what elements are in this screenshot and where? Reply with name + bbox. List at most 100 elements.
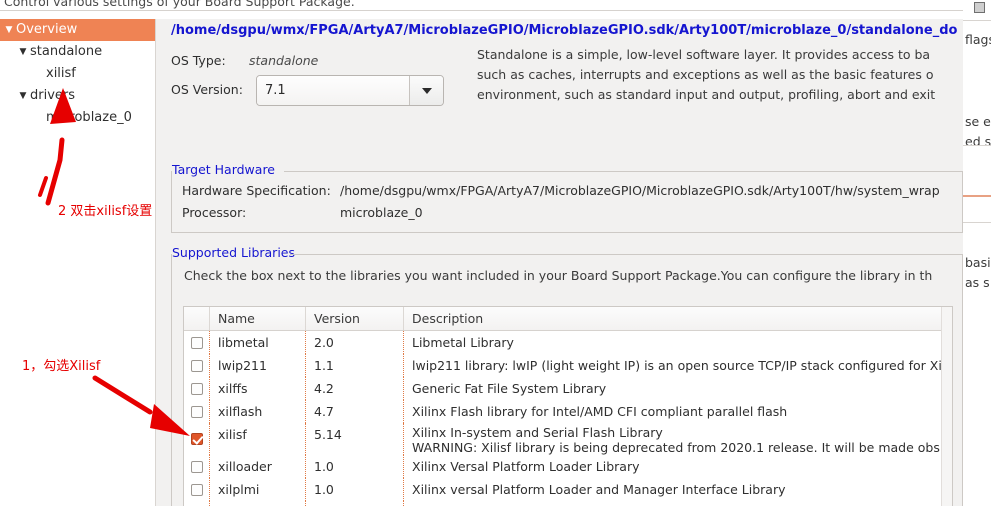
libraries-table[interactable]: Name Version Description libmetal 2.0 Li…	[183, 306, 953, 506]
os-description-line-2: such as caches, interrupts and exception…	[477, 67, 934, 82]
library-description: lwip211 library: lwIP (light weight IP) …	[412, 358, 942, 373]
library-name: xilloader	[210, 455, 306, 478]
settings-tree[interactable]: ▼ Overview ▼ standalone xilisf ▼ drivers…	[0, 19, 156, 506]
column-header-version[interactable]: Version	[306, 307, 404, 330]
library-description-line-1: Xilinx In-system and Serial Flash Librar…	[412, 425, 663, 440]
bg-divider-2	[963, 145, 991, 146]
os-description: Standalone is a simple, low-level softwa…	[477, 45, 963, 105]
os-description-line-3: environment, such as standard input and …	[477, 87, 936, 102]
target-hardware-group: Target Hardware Hardware Specification: …	[171, 162, 963, 233]
library-checkbox[interactable]	[190, 433, 203, 445]
os-description-line-1: Standalone is a simple, low-level softwa…	[477, 47, 931, 62]
os-version-label: OS Version:	[171, 82, 243, 97]
library-name: xilisf	[210, 423, 306, 455]
tree-item-label: xilisf	[46, 66, 76, 81]
screenshot-root: flags se ex ed s basic as s Control vari…	[0, 0, 991, 506]
hardware-spec-label: Hardware Specification:	[182, 183, 331, 198]
tree-item-label: standalone	[30, 44, 103, 59]
library-name: libmetal	[210, 331, 306, 354]
library-description: Generic Fat File System Library	[412, 381, 607, 396]
column-header-check	[184, 307, 210, 330]
hardware-spec-value: /home/dsgpu/wmx/FPGA/ArtyA7/MicroblazeGP…	[340, 183, 940, 198]
library-description: Libmetal Library	[412, 335, 514, 350]
library-description	[404, 501, 952, 506]
page-title: /home/dsgpu/wmx/FPGA/ArtyA7/MicroblazeGP…	[171, 23, 958, 38]
table-row[interactable]: libmetal 2.0 Libmetal Library	[184, 331, 952, 354]
bg-accent-line	[963, 195, 991, 197]
table-row[interactable]: xilisf 5.14 Xilinx In-system and Serial …	[184, 423, 952, 455]
dialog-subtitle: Control various settings of your Board S…	[0, 0, 930, 10]
annotation-step-2: 2 双击xilisf设置	[58, 204, 153, 219]
library-name: lwip211	[210, 354, 306, 377]
table-row[interactable]: xilloader 1.0 Xilinx Versal Platform Loa…	[184, 455, 952, 478]
row-checkbox-cell[interactable]	[184, 501, 210, 506]
library-checkbox[interactable]	[190, 359, 203, 372]
annotation-step-1: 1，勾选Xilisf	[22, 359, 101, 374]
tree-item-xilisf[interactable]: xilisf	[0, 63, 155, 85]
os-type-label: OS Type:	[171, 53, 226, 68]
library-name: xilplmi	[210, 478, 306, 501]
tree-item-overview[interactable]: ▼ Overview	[0, 19, 155, 41]
bg-text-basic: basic	[965, 255, 991, 270]
close-icon[interactable]	[974, 2, 985, 13]
supported-libraries-help: Check the box next to the libraries you …	[184, 268, 933, 283]
tree-item-drivers[interactable]: ▼ drivers	[0, 85, 155, 107]
library-description-warning: WARNING: Xilisf library is being depreca…	[412, 440, 940, 455]
library-checkbox[interactable]	[190, 336, 203, 349]
library-description: Xilinx versal Platform Loader and Manage…	[412, 482, 786, 497]
library-version: 5.14	[306, 423, 404, 455]
row-checkbox-cell[interactable]	[184, 478, 210, 501]
supported-libraries-legend: Supported Libraries	[172, 245, 300, 260]
library-checkbox[interactable]	[190, 382, 203, 395]
table-header-row: Name Version Description	[184, 307, 952, 331]
os-version-select[interactable]: 7.1	[256, 75, 444, 106]
chevron-down-icon[interactable]: ▼	[2, 19, 16, 41]
column-header-description[interactable]: Description	[404, 307, 952, 330]
bsp-settings-dialog: ▼ Overview ▼ standalone xilisf ▼ drivers…	[0, 10, 963, 506]
chevron-down-icon[interactable]	[409, 76, 443, 105]
tree-item-label: drivers	[30, 88, 76, 103]
table-row[interactable]: xilflash 4.7 Xilinx Flash library for In…	[184, 400, 952, 423]
library-version: 4.7	[306, 400, 404, 423]
row-checkbox-cell[interactable]	[184, 400, 210, 423]
processor-label: Processor:	[182, 205, 247, 220]
tree-item-microblaze-0[interactable]: microblaze_0	[0, 107, 155, 129]
library-name	[210, 501, 306, 506]
overview-panel: /home/dsgpu/wmx/FPGA/ArtyA7/MicroblazeGP…	[157, 19, 963, 506]
library-name: xilflash	[210, 400, 306, 423]
library-version: 1.0	[306, 478, 404, 501]
library-version: 1.0	[306, 455, 404, 478]
table-scrollbar[interactable]	[941, 307, 952, 506]
chevron-down-icon[interactable]: ▼	[16, 41, 30, 63]
table-row[interactable]: xilplmi 1.0 Xilinx versal Platform Loade…	[184, 478, 952, 501]
table-row[interactable]: lwip211 1.1 lwip211 library: lwIP (light…	[184, 354, 952, 377]
column-header-name[interactable]: Name	[210, 307, 306, 330]
tree-item-standalone[interactable]: ▼ standalone	[0, 41, 155, 63]
table-row[interactable]: xilffs 4.2 Generic Fat File System Libra…	[184, 377, 952, 400]
supported-libraries-group: Supported Libraries Check the box next t…	[171, 245, 963, 506]
row-checkbox-cell[interactable]	[184, 377, 210, 400]
chevron-down-icon[interactable]: ▼	[16, 85, 30, 107]
row-checkbox-cell[interactable]	[184, 354, 210, 377]
os-version-value[interactable]: 7.1	[257, 76, 409, 105]
library-version	[306, 501, 404, 506]
table-row[interactable]	[184, 501, 952, 506]
group-top-rule	[290, 254, 962, 255]
target-hardware-legend: Target Hardware	[172, 162, 280, 177]
library-checkbox[interactable]	[190, 460, 203, 473]
bg-divider-1	[963, 20, 991, 21]
row-checkbox-cell[interactable]	[184, 455, 210, 478]
row-checkbox-cell[interactable]	[184, 331, 210, 354]
library-description: Xilinx Versal Platform Loader Library	[412, 459, 640, 474]
row-checkbox-cell[interactable]	[184, 423, 210, 455]
library-checkbox[interactable]	[190, 483, 203, 496]
library-name: xilffs	[210, 377, 306, 400]
bg-divider-3	[963, 222, 991, 223]
bg-text-se-ex: se ex	[965, 114, 991, 129]
library-version: 1.1	[306, 354, 404, 377]
dialog-top-spacer	[0, 11, 963, 19]
processor-value: microblaze_0	[340, 205, 423, 220]
library-checkbox[interactable]	[190, 405, 203, 418]
os-type-value: standalone	[249, 53, 319, 68]
library-description: Xilinx In-system and Serial Flash Librar…	[404, 423, 952, 455]
